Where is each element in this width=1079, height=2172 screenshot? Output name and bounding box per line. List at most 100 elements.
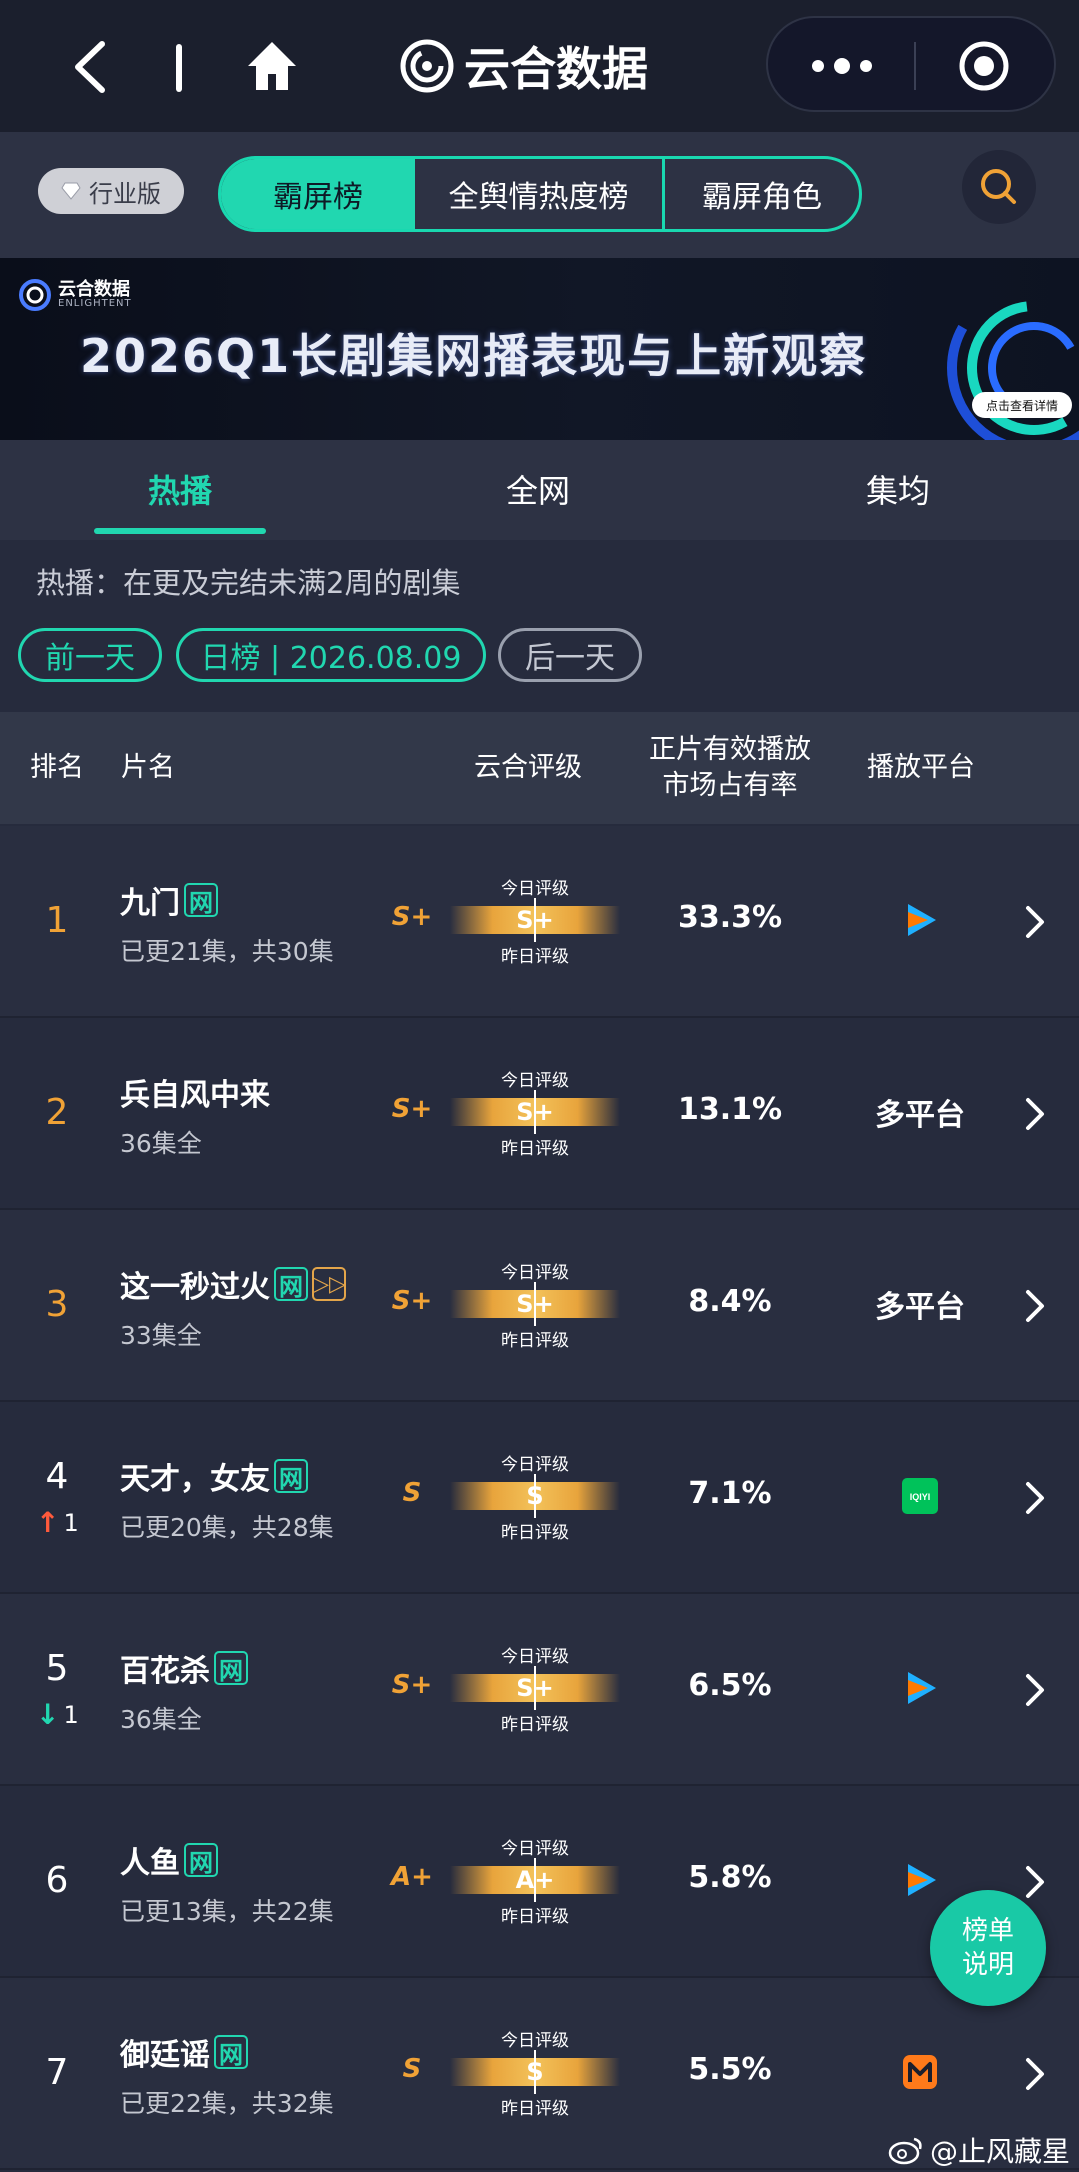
banner-detail-button[interactable]: 点击查看详情 (972, 392, 1072, 418)
table-row[interactable]: 6 人鱼网已更13集，共22集 A+ 今日评级 A+ 昨日评级 5.8% (0, 1786, 1079, 1978)
chevron-right-icon[interactable] (1024, 1480, 1048, 1516)
app-title-text: 云合数据 (464, 42, 648, 96)
top-bar: 云合数据 (0, 0, 1079, 132)
metric-tabs: 热播 全网 集均 (0, 440, 1079, 540)
show-title: 人鱼网 (120, 1838, 218, 1882)
yesterday-rating-label: 昨日评级 (501, 2099, 569, 2119)
chevron-right-icon[interactable] (1024, 904, 1048, 940)
today-rating-label: 今日评级 (501, 1839, 569, 1859)
show-title-text: 人鱼 (120, 1846, 180, 1881)
rating-grade: S (402, 2054, 422, 2084)
show-title: 九门网 (120, 878, 218, 922)
rating-tick (534, 1282, 536, 1326)
today-rating-label: 今日评级 (501, 879, 569, 899)
episode-status: 36集全 (120, 1705, 202, 1734)
table-row[interactable]: 1 九门网已更21集，共30集 S+ 今日评级 S+ 昨日评级 33.3% (0, 826, 1079, 1018)
rating-tick (534, 1090, 536, 1134)
mini-program-capsule (766, 16, 1056, 112)
episode-status: 已更21集，共30集 (120, 937, 334, 966)
chevron-right-icon[interactable] (1024, 2056, 1048, 2092)
close-miniprogram-icon[interactable] (958, 40, 1010, 92)
market-share: 13.1% (677, 1092, 783, 1127)
rating-grade: S+ (391, 1094, 433, 1124)
tencent-video-icon (860, 1666, 980, 1710)
iqiyi-icon: IQIYI (860, 1474, 980, 1518)
chevron-right-icon[interactable] (1024, 1288, 1048, 1324)
active-tab-indicator (94, 528, 266, 534)
rating-tick (534, 1858, 536, 1902)
next-day-button[interactable]: 后一天 (498, 628, 642, 682)
yesterday-rating-label: 昨日评级 (501, 1331, 569, 1351)
promo-banner[interactable]: 云合数据 ENLIGHTENT 2026Q1长剧集网播表现与上新观察 点击查看详… (0, 258, 1079, 440)
tab-per-episode[interactable]: 集均 (798, 466, 998, 512)
industry-edition-badge[interactable]: 行业版 (38, 168, 184, 214)
more-icon[interactable] (812, 54, 912, 78)
rating-tick (534, 898, 536, 942)
col-share-line1: 正片有效播放 (649, 734, 811, 765)
rank-number: 3 (45, 1284, 69, 1325)
banner-logo: 云合数据 ENLIGHTENT (18, 278, 132, 312)
rank-number: 2 (45, 1092, 69, 1133)
rating-tick (534, 1666, 536, 1710)
rank-change: ↑ 1 (36, 1506, 96, 1539)
episode-status: 36集全 (120, 1129, 202, 1158)
yesterday-rating-label: 昨日评级 (501, 1523, 569, 1543)
ranking-explanation-button[interactable]: 榜单 说明 (930, 1890, 1046, 2006)
rating-gauge: 今日评级 S+ 昨日评级 (450, 1642, 620, 1738)
show-title-text: 这一秒过火 (120, 1270, 270, 1305)
show-title-text: 御廷谣 (120, 2038, 210, 2073)
date-selector[interactable]: 日榜 | 2026.08.09 (176, 628, 486, 682)
rating-tick (534, 2050, 536, 2094)
chevron-right-icon[interactable] (1024, 1864, 1048, 1900)
chevron-right-icon[interactable] (1024, 1096, 1048, 1132)
tab-bapingbang[interactable]: 霸屏榜 (221, 159, 415, 229)
tab-all-network[interactable]: 全网 (438, 466, 638, 512)
yunhe-logo-icon (400, 39, 454, 93)
show-title: 百花杀网 (120, 1646, 248, 1690)
nav-row: 行业版 霸屏榜 全舆情热度榜 霸屏角色 (0, 132, 1079, 258)
ranking-type-switch: 霸屏榜 全舆情热度榜 霸屏角色 (218, 156, 862, 232)
show-title: 御廷谣网 (120, 2030, 248, 2074)
banner-logo-cn: 云合数据 (58, 279, 130, 300)
table-row[interactable]: 4 ↑1 天才，女友网已更20集，共28集 S 今日评级 S 昨日评级 7.1% IQI… (0, 1402, 1079, 1594)
yesterday-rating-label: 昨日评级 (501, 947, 569, 967)
home-icon[interactable] (244, 38, 300, 94)
market-share: 5.5% (688, 2052, 772, 2087)
weibo-username: @止风藏星 (930, 2135, 1071, 2168)
market-share: 5.8% (688, 1860, 772, 1895)
rating-gauge: 今日评级 S 昨日评级 (450, 2026, 620, 2122)
chevron-right-icon[interactable] (1024, 1672, 1048, 1708)
web-drama-tag: 网 (214, 1651, 248, 1685)
rank-number: 5 (45, 1648, 69, 1689)
web-drama-tag: 网 (214, 2035, 248, 2069)
market-share: 6.5% (688, 1668, 772, 1703)
episode-status: 已更13集，共22集 (120, 1897, 334, 1926)
table-row[interactable]: 5 ↓1 百花杀网 36集全 S+ 今日评级 S+ 昨日评级 6.5% (0, 1594, 1079, 1786)
tab-hot[interactable]: 热播 (80, 466, 280, 512)
show-title: 这一秒过火网 ▷▷ (120, 1262, 346, 1306)
today-rating-label: 今日评级 (501, 1071, 569, 1091)
rank-change-value: 1 (63, 1700, 79, 1729)
episode-status: 33集全 (120, 1321, 202, 1350)
float-btn-line1: 榜单 (961, 1916, 1014, 1946)
prev-day-button[interactable]: 前一天 (18, 628, 162, 682)
yesterday-rating-label: 昨日评级 (501, 1139, 569, 1159)
platform-multi: 多平台 (875, 1290, 965, 1325)
episode-status: 已更22集，共32集 (120, 2089, 334, 2118)
rank-number: 7 (45, 2052, 69, 2093)
search-icon (981, 169, 1016, 204)
banner-title: 2026Q1长剧集网播表现与上新观察 (80, 329, 868, 383)
rating-tick (534, 1474, 536, 1518)
mango-tv-icon (860, 2050, 980, 2094)
table-row[interactable]: 3 这一秒过火网▷▷ 33集全 S+ 今日评级 S+ 昨日评级 8.4% 多平台 (0, 1210, 1079, 1402)
web-drama-tag: 网 (274, 1267, 308, 1301)
show-title-text: 兵自风中来 (120, 1078, 270, 1113)
tab-public-opinion-heat[interactable]: 全舆情热度榜 (415, 159, 665, 229)
rank-number: 4 (45, 1456, 69, 1497)
table-row[interactable]: 2 兵自风中来 36集全 S+ 今日评级 S+ 昨日评级 13.1% 多平台 (0, 1018, 1079, 1210)
web-drama-tag: 网 (184, 1843, 218, 1877)
tab-top-roles[interactable]: 霸屏角色 (665, 159, 859, 229)
search-button[interactable] (962, 150, 1036, 224)
back-icon[interactable] (70, 40, 110, 94)
rating-gauge: 今日评级 S 昨日评级 (450, 1450, 620, 1546)
